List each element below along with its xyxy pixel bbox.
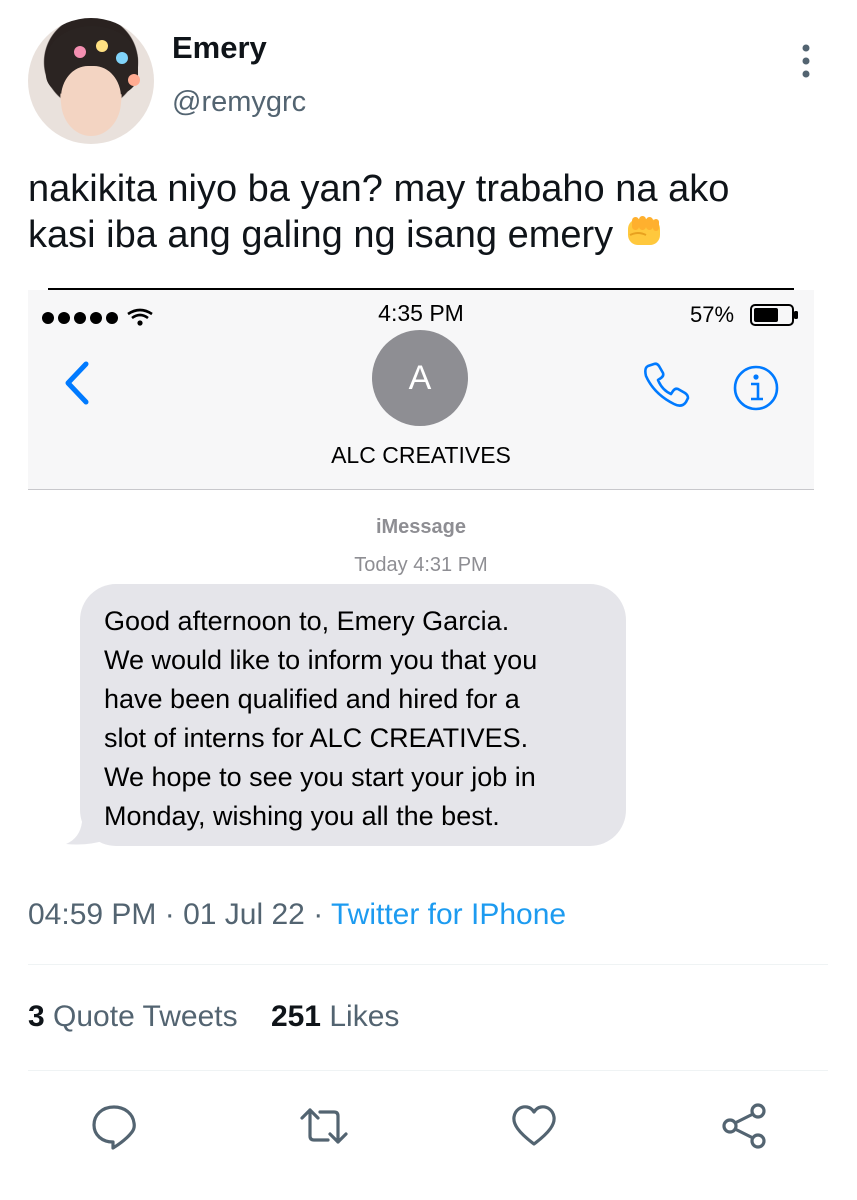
like-icon[interactable] xyxy=(510,1102,558,1150)
message-line: We hope to see you start your job in xyxy=(104,762,536,792)
author-display-name[interactable]: Emery xyxy=(172,30,267,66)
meta-separator: · xyxy=(304,898,331,931)
likes-stat[interactable]: 251 Likes xyxy=(271,1000,399,1033)
like-label: Likes xyxy=(329,1000,400,1033)
phone-call-icon[interactable] xyxy=(640,360,696,410)
attached-screenshot[interactable]: 4:35 PM 57% A ALC CREATIVES iMessage Tod… xyxy=(28,288,814,873)
avatar-sticker xyxy=(128,74,140,86)
tweet-source-link[interactable]: Twitter for IPhone xyxy=(331,898,566,931)
tweet-date[interactable]: 01 Jul 22 xyxy=(183,898,305,931)
contact-name[interactable]: ALC CREATIVES xyxy=(28,442,814,469)
header-divider xyxy=(28,489,814,490)
message-line: Monday, wishing you all the best. xyxy=(104,801,500,831)
tweet-text-line: nakikita niyo ba yan? may trabaho na ako xyxy=(28,168,730,210)
quote-tweets-stat[interactable]: 3 Quote Tweets xyxy=(28,1000,238,1033)
author-avatar[interactable] xyxy=(28,18,154,144)
author-handle[interactable]: @remygrc xyxy=(172,86,306,119)
avatar-sticker xyxy=(96,40,108,52)
more-options-icon[interactable] xyxy=(796,42,816,80)
like-count: 251 xyxy=(270,1000,321,1033)
fisted-hand-emoji-icon xyxy=(627,216,660,245)
message-line: We would like to inform you that you xyxy=(104,645,538,675)
divider xyxy=(28,964,828,965)
avatar-sticker xyxy=(116,52,128,64)
quote-count: 3 xyxy=(28,1000,45,1033)
battery-icon xyxy=(750,304,798,326)
info-icon[interactable] xyxy=(732,364,780,412)
engagement-stats: 3 Quote Tweets 251 Likes xyxy=(28,1000,399,1034)
retweet-icon[interactable] xyxy=(300,1102,348,1150)
tweet-text: nakikita niyo ba yan? may trabaho na ako… xyxy=(28,166,828,258)
service-label: iMessage xyxy=(375,516,467,538)
quote-label: Quote Tweets xyxy=(53,1000,238,1033)
avatar-sticker xyxy=(74,46,86,58)
contact-avatar[interactable]: A xyxy=(372,330,468,426)
message-timestamp: Today 4:31 PM xyxy=(354,554,488,576)
tweet-meta: 04:59 PM · 01 Jul 22 · Twitter for IPhon… xyxy=(28,898,566,932)
message-line: slot of interns for ALC CREATIVES. xyxy=(104,723,529,753)
imessage-header: 4:35 PM 57% A ALC CREATIVES xyxy=(28,290,814,489)
reply-icon[interactable] xyxy=(90,1102,138,1150)
meta-separator: · xyxy=(156,898,184,931)
message-line: Good afternoon to, Emery Garcia. xyxy=(104,606,510,636)
tweet-text-line: kasi iba ang galing ng isang emery xyxy=(28,212,828,258)
avatar-face xyxy=(61,66,121,136)
divider xyxy=(28,1070,828,1071)
tweet-time[interactable]: 04:59 PM xyxy=(28,898,156,931)
back-chevron-icon[interactable] xyxy=(62,360,92,406)
tweet-text-line-content: kasi iba ang galing ng isang emery xyxy=(28,214,614,256)
share-icon[interactable] xyxy=(720,1102,768,1150)
message-text: Good afternoon to, Emery Garcia. We woul… xyxy=(104,602,614,836)
message-line: have been qualified and hired for a xyxy=(104,684,520,714)
battery-percent: 57% xyxy=(690,302,735,327)
